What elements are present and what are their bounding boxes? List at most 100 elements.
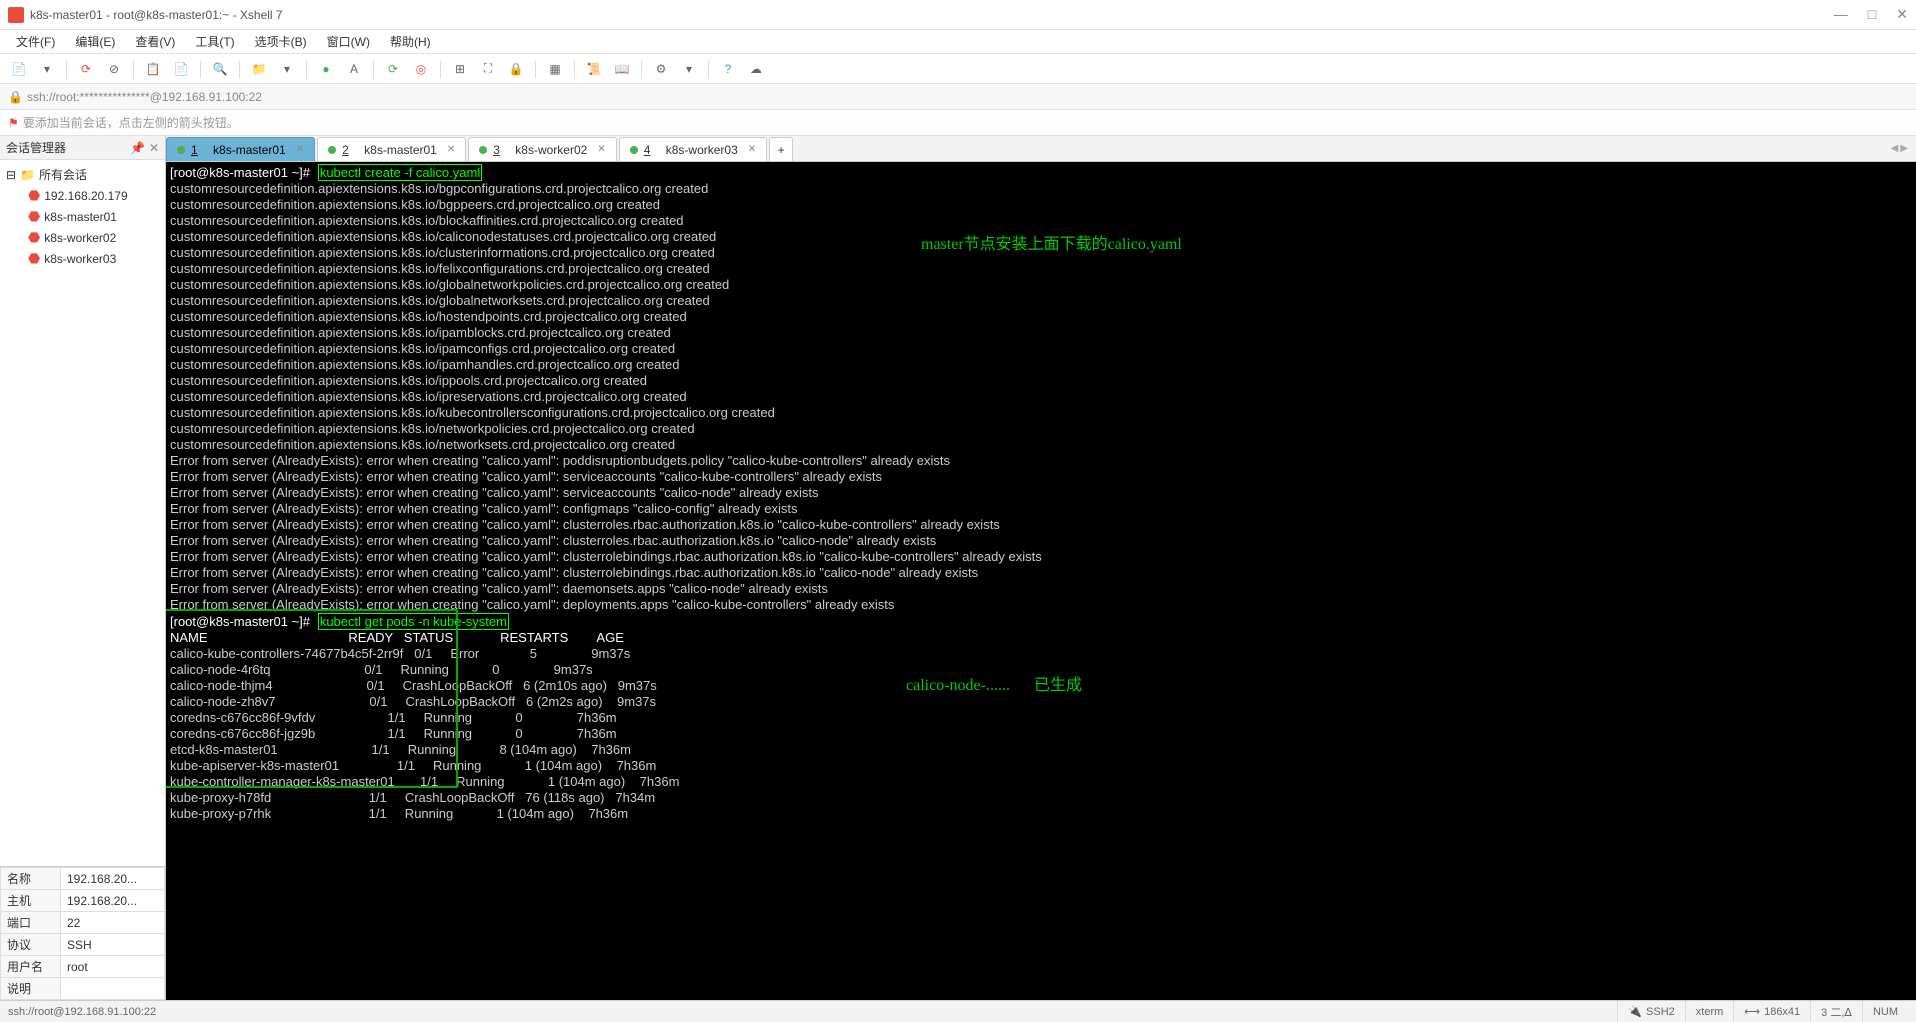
more-icon[interactable]: ▾ xyxy=(678,58,700,80)
status-term: xterm xyxy=(1685,1001,1734,1022)
properties-panel: 名称192.168.20... 主机192.168.20... 端口22 协议S… xyxy=(0,866,165,1000)
address-bar[interactable]: 🔒 ssh://root:***************@192.168.91.… xyxy=(0,84,1916,110)
close-button[interactable]: ✕ xyxy=(1896,6,1908,23)
titlebar: k8s-master01 - root@k8s-master01:~ - Xsh… xyxy=(0,0,1916,30)
sidebar: 会话管理器 📌 ✕ ⊟ 📁 所有会话 ⬣192.168.20.179 ⬣k8s-… xyxy=(0,136,166,1000)
prop-val: SSH xyxy=(61,934,165,956)
prop-key: 用户名 xyxy=(1,956,61,978)
prop-val: root xyxy=(61,956,165,978)
script-icon[interactable]: 📜 xyxy=(583,58,605,80)
menu-window[interactable]: 窗口(W) xyxy=(319,31,378,52)
status-connection: ssh://root@192.168.91.100:22 xyxy=(8,1006,156,1018)
session-icon: ⬣ xyxy=(28,208,40,225)
minimize-button[interactable]: — xyxy=(1834,6,1848,23)
expand-icon[interactable]: ⛶ xyxy=(477,58,499,80)
color-icon[interactable]: ● xyxy=(315,58,337,80)
session-item-1[interactable]: ⬣192.168.20.179 xyxy=(0,185,165,206)
session-label: k8s-master01 xyxy=(44,210,117,224)
tab-next-icon[interactable]: ▶ xyxy=(1900,143,1908,154)
tree-root-label: 所有会话 xyxy=(39,166,87,183)
menu-tabs[interactable]: 选项卡(B) xyxy=(247,31,315,52)
paste-icon[interactable]: 📄 xyxy=(170,58,192,80)
prop-key: 主机 xyxy=(1,890,61,912)
refresh-icon[interactable]: ⟳ xyxy=(382,58,404,80)
tab-prev-icon[interactable]: ◀ xyxy=(1891,143,1899,154)
terminal[interactable]: [root@k8s-master01 ~]# kubectl create -f… xyxy=(166,162,1916,1000)
window-title: k8s-master01 - root@k8s-master01:~ - Xsh… xyxy=(30,8,1834,22)
prop-key: 名称 xyxy=(1,868,61,890)
tab-bar: 1 k8s-master01✕ 2 k8s-master01✕ 3 k8s-wo… xyxy=(166,136,1916,162)
status-num: NUM xyxy=(1862,1001,1908,1022)
reconnect-icon[interactable]: ⟳ xyxy=(75,58,97,80)
open-icon[interactable]: ▾ xyxy=(36,58,58,80)
maximize-button[interactable]: □ xyxy=(1868,6,1876,23)
tab-close-icon[interactable]: ✕ xyxy=(748,144,756,155)
menu-view[interactable]: 查看(V) xyxy=(127,31,183,52)
tab-close-icon[interactable]: ✕ xyxy=(447,144,455,155)
gear-icon[interactable]: ⚙ xyxy=(650,58,672,80)
prop-val: 22 xyxy=(61,912,165,934)
prop-row: 名称192.168.20... xyxy=(1,868,165,890)
tree-root[interactable]: ⊟ 📁 所有会话 xyxy=(0,164,165,185)
prop-row: 用户名root xyxy=(1,956,165,978)
sidebar-title: 会话管理器 xyxy=(6,139,66,156)
connected-icon: 🔌 xyxy=(1628,1005,1642,1018)
lock-icon: 🔒 xyxy=(8,90,23,104)
status-ssh: 🔌SSH2 xyxy=(1617,1001,1684,1022)
tab-close-icon[interactable]: ✕ xyxy=(597,144,605,155)
session-label: k8s-worker03 xyxy=(44,252,116,266)
grid-icon[interactable]: ⊞ xyxy=(449,58,471,80)
menu-help[interactable]: 帮助(H) xyxy=(382,31,439,52)
cloud-icon[interactable]: ☁ xyxy=(745,58,767,80)
status-dot-icon xyxy=(479,146,487,154)
session-icon: ⬣ xyxy=(28,229,40,246)
status-caps: 3 二,ᐃ xyxy=(1810,1001,1862,1022)
tab-nav: ◀ ▶ xyxy=(1891,136,1908,160)
sidebar-pin-icon[interactable]: 📌 xyxy=(130,141,145,155)
lock-icon[interactable]: 🔒 xyxy=(505,58,527,80)
book-icon[interactable]: 📖 xyxy=(611,58,633,80)
session-icon: ⬣ xyxy=(28,250,40,267)
new-session-icon[interactable]: 📄 xyxy=(8,58,30,80)
tab-label: k8s-worker02 xyxy=(515,143,587,157)
help-icon[interactable]: ? xyxy=(717,58,739,80)
tab-close-icon[interactable]: ✕ xyxy=(296,144,304,155)
prop-val: 192.168.20... xyxy=(61,868,165,890)
search-icon[interactable]: 🔍 xyxy=(209,58,231,80)
menu-tools[interactable]: 工具(T) xyxy=(187,31,242,52)
session-item-2[interactable]: ⬣ k8s-master01 xyxy=(0,206,165,227)
panel-icon[interactable]: ▦ xyxy=(544,58,566,80)
session-item-3[interactable]: ⬣k8s-worker02 xyxy=(0,227,165,248)
prop-key: 端口 xyxy=(1,912,61,934)
dropdown-icon[interactable]: ▾ xyxy=(276,58,298,80)
address-text: ssh://root:***************@192.168.91.10… xyxy=(27,90,262,104)
tab-label: k8s-worker03 xyxy=(666,143,738,157)
menu-edit[interactable]: 编辑(E) xyxy=(67,31,123,52)
copy-icon[interactable]: 📋 xyxy=(142,58,164,80)
hint-bar: ⚑ 要添加当前会话，点击左侧的箭头按钮。 xyxy=(0,110,1916,136)
collapse-icon[interactable]: ⊟ xyxy=(6,168,16,182)
folder-icon[interactable]: 📁 xyxy=(248,58,270,80)
status-bar: ssh://root@192.168.91.100:22 🔌SSH2 xterm… xyxy=(0,1000,1916,1022)
font-icon[interactable]: A xyxy=(343,58,365,80)
menu-file[interactable]: 文件(F) xyxy=(8,31,63,52)
tab-1[interactable]: 1 k8s-master01✕ xyxy=(166,137,315,161)
status-dot-icon xyxy=(630,146,638,154)
prop-row: 说明 xyxy=(1,978,165,1000)
tab-4[interactable]: 4 k8s-worker03✕ xyxy=(619,137,767,161)
sidebar-close-icon[interactable]: ✕ xyxy=(149,141,159,155)
flag-icon: ⚑ xyxy=(8,116,19,130)
tab-3[interactable]: 3 k8s-worker02✕ xyxy=(468,137,616,161)
status-dot-icon xyxy=(328,146,336,154)
hint-text: 要添加当前会话，点击左侧的箭头按钮。 xyxy=(23,114,239,131)
prop-key: 协议 xyxy=(1,934,61,956)
tab-2[interactable]: 2 k8s-master01✕ xyxy=(317,137,466,161)
tab-add-button[interactable]: + xyxy=(769,137,793,161)
target-icon[interactable]: ◎ xyxy=(410,58,432,80)
session-item-4[interactable]: ⬣ k8s-worker03 xyxy=(0,248,165,269)
prop-row: 主机192.168.20... xyxy=(1,890,165,912)
session-tree: ⊟ 📁 所有会话 ⬣192.168.20.179 ⬣ k8s-master01 ⬣… xyxy=(0,160,165,866)
menubar: 文件(F) 编辑(E) 查看(V) 工具(T) 选项卡(B) 窗口(W) 帮助(… xyxy=(0,30,1916,54)
sidebar-header: 会话管理器 📌 ✕ xyxy=(0,136,165,160)
disconnect-icon[interactable]: ⊘ xyxy=(103,58,125,80)
